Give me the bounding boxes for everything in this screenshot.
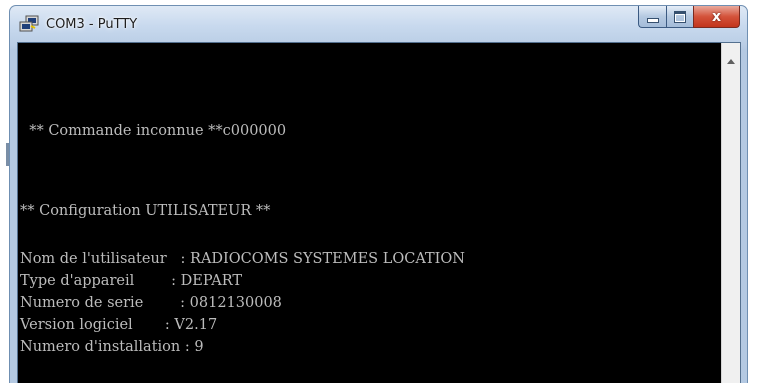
- terminal-output[interactable]: ** Commande inconnue **c000000 ** Config…: [20, 43, 720, 383]
- terminal-line-error: ** Commande inconnue **c000000: [20, 123, 287, 139]
- terminal-line-device-type: Type d'appareil : DEPART: [20, 273, 243, 289]
- terminal-line-serial-number: Numero de serie : 0812130008: [20, 295, 282, 311]
- maximize-icon: [674, 10, 686, 23]
- maximize-button[interactable]: [666, 6, 693, 28]
- window-title: COM3 - PuTTY: [46, 17, 138, 32]
- window-edge-accent: [6, 143, 9, 166]
- scroll-up-icon[interactable]: [727, 59, 735, 64]
- terminal-line-software-version: Version logiciel : V2.17: [20, 317, 218, 333]
- vertical-scrollbar[interactable]: [721, 43, 740, 383]
- terminal-area[interactable]: ** Commande inconnue **c000000 ** Config…: [17, 42, 741, 383]
- minimize-icon: [646, 18, 659, 23]
- terminal-line-user-name: Nom de l'utilisateur : RADIOCOMS SYSTEME…: [20, 251, 465, 267]
- terminal-line-config-header: ** Configuration UTILISATEUR **: [20, 203, 271, 219]
- minimize-button[interactable]: [638, 6, 666, 28]
- close-button[interactable]: x: [693, 6, 740, 28]
- terminal-line-installation-number: Numero d'installation : 9: [20, 339, 204, 355]
- caption-buttons: x: [638, 6, 740, 28]
- putty-window: COM3 - PuTTY x ** Commande inconnue **c0…: [9, 5, 748, 383]
- close-icon: x: [711, 8, 722, 25]
- putty-icon[interactable]: [19, 15, 39, 33]
- title-bar[interactable]: COM3 - PuTTY x: [10, 6, 747, 42]
